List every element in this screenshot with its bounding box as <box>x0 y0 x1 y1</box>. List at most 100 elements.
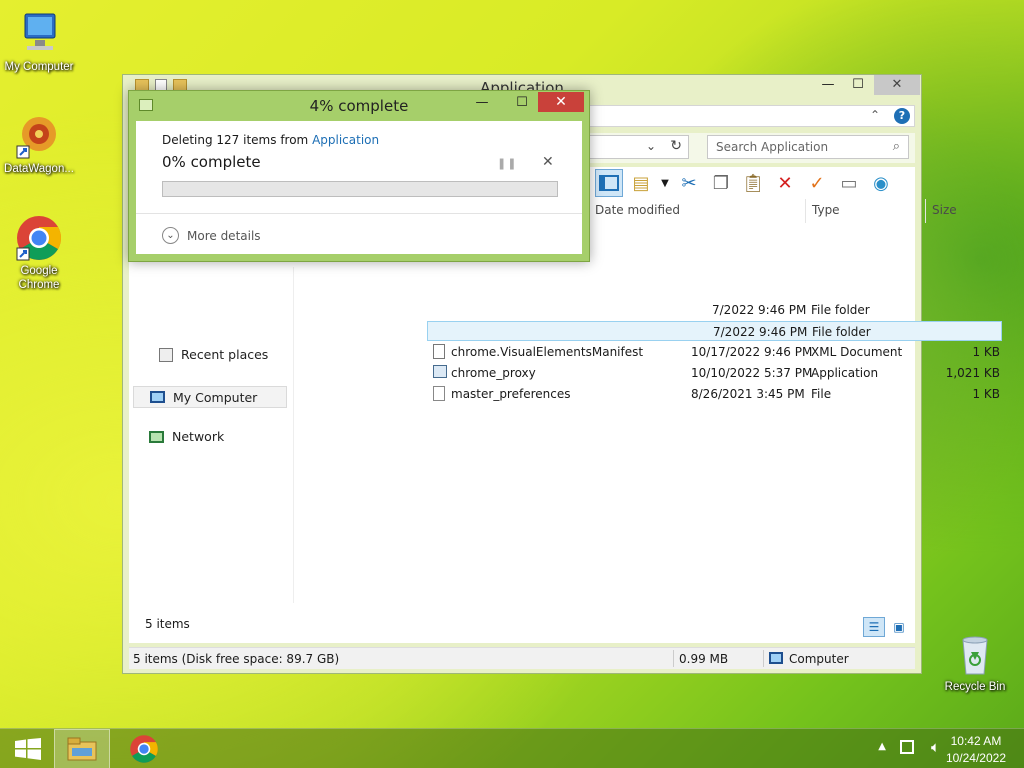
search-placeholder: Search Application <box>716 140 829 154</box>
file-icon <box>433 386 445 401</box>
volume-icon[interactable]: 🔈︎ <box>931 738 940 756</box>
rename-icon[interactable]: ▭ <box>835 169 863 197</box>
file-date: 8/26/2021 3:45 PM <box>691 387 805 401</box>
column-header-type[interactable]: Type <box>805 199 925 223</box>
file-type: XML Document <box>811 345 903 359</box>
more-details-toggle[interactable]: ⌄ More details <box>162 227 261 244</box>
status-location: Computer <box>789 652 849 666</box>
file-name: chrome_proxy <box>451 366 536 380</box>
search-input[interactable]: Search Application ⌕ <box>707 135 909 159</box>
file-row-selected[interactable]: 7/2022 9:46 PM File folder <box>427 321 1002 341</box>
datawagon-icon <box>15 112 63 160</box>
desktop-icon-my-computer[interactable]: My Computer <box>1 10 77 74</box>
file-type: Application <box>811 366 879 380</box>
percent-complete: 0% complete <box>162 153 261 171</box>
maximize-button[interactable]: ☐ <box>843 75 873 95</box>
start-button[interactable] <box>0 729 56 768</box>
nav-pane-divider <box>293 267 294 603</box>
preview-pane-icon[interactable] <box>595 169 623 197</box>
file-name: chrome.VisualElementsManifest <box>451 345 644 359</box>
xml-file-icon <box>433 344 445 359</box>
desktop-icon-label: My Computer <box>4 61 74 73</box>
file-date: 7/2022 9:46 PM <box>713 325 808 339</box>
delete-progress-dialog: 4% complete — ☐ ✕ Deleting 127 items fro… <box>128 90 590 262</box>
cut-icon[interactable]: ✂ <box>675 169 703 197</box>
file-size: 1,021 KB <box>945 366 1000 380</box>
dialog-minimize-button[interactable]: — <box>467 93 497 113</box>
file-explorer-icon <box>67 737 97 761</box>
file-date: 10/17/2022 9:46 PM <box>691 345 813 359</box>
computer-icon <box>15 10 63 58</box>
nav-item-recent-places[interactable]: Recent places <box>159 347 268 362</box>
show-hidden-icons[interactable]: ▲ <box>878 741 886 752</box>
application-file-icon <box>433 365 447 378</box>
status-bar: 5 items (Disk free space: 89.7 GB) 0.99 … <box>129 647 915 669</box>
help-icon[interactable]: ? <box>894 108 910 124</box>
file-row[interactable]: chrome_proxy 10/10/2022 5:37 PM Applicat… <box>427 363 1002 383</box>
progress-bar <box>162 181 558 197</box>
taskbar: ▲ 🔈︎ 10:42 AM 10/24/2022 <box>0 728 1024 768</box>
desktop-icon-label: Recycle Bin <box>944 681 1006 693</box>
close-button[interactable]: ✕ <box>874 75 920 95</box>
file-size: 1 KB <box>972 387 1000 401</box>
chevron-down-icon: ⌄ <box>162 227 179 244</box>
search-icon: ⌕ <box>892 139 900 154</box>
taskbar-file-explorer[interactable] <box>54 729 110 768</box>
desktop-icon-datawagon[interactable]: DataWagon... <box>1 112 77 176</box>
globe-icon[interactable]: ◉ <box>867 169 895 197</box>
toolbar: ▤ ▼ ✂ ❐ 📋︎ ✕ ✓ ▭ ◉ <box>595 167 895 199</box>
status-text: 5 items (Disk free space: 89.7 GB) <box>133 652 340 666</box>
dialog-close-button[interactable]: ✕ <box>538 92 584 112</box>
clock[interactable]: 10:42 AM 10/24/2022 <box>946 733 1006 767</box>
desktop-icon-google-chrome[interactable]: Google Chrome <box>1 214 77 292</box>
dialog-body: Deleting 127 items from Application 0% c… <box>136 121 582 254</box>
file-date: 7/2022 9:46 PM <box>712 303 807 317</box>
file-row[interactable]: 7/2022 9:46 PM File folder <box>427 300 1002 320</box>
chrome-icon <box>130 735 158 763</box>
pause-icon[interactable]: ❚❚ <box>497 157 517 170</box>
paste-icon[interactable]: 📋︎ <box>739 169 767 197</box>
clock-date: 10/24/2022 <box>945 751 1006 765</box>
chevron-down-icon[interactable]: ⌄ <box>646 139 656 153</box>
dialog-divider <box>136 213 582 214</box>
file-type: File <box>811 387 832 401</box>
status-size: 0.99 MB <box>679 652 729 666</box>
file-name: master_preferences <box>451 387 571 401</box>
nav-item-my-computer[interactable]: My Computer <box>133 386 287 408</box>
copy-icon[interactable]: ❐ <box>707 169 735 197</box>
dialog-maximize-button[interactable]: ☐ <box>507 93 537 113</box>
check-icon[interactable]: ✓ <box>803 169 831 197</box>
delete-icon[interactable]: ✕ <box>771 169 799 197</box>
refresh-icon[interactable]: ↻ <box>670 138 682 154</box>
desktop-icon-recycle-bin[interactable]: Recycle Bin <box>937 630 1013 694</box>
chrome-icon <box>15 214 63 262</box>
recent-places-icon <box>159 347 173 362</box>
minimize-button[interactable]: — <box>813 75 843 95</box>
details-view-icon[interactable]: ☰ <box>863 617 885 637</box>
dropdown-arrow-icon[interactable]: ▼ <box>659 169 671 197</box>
taskbar-google-chrome[interactable] <box>116 729 172 768</box>
clock-time: 10:42 AM <box>950 734 1002 748</box>
nav-item-network[interactable]: Network <box>149 429 224 444</box>
cancel-icon[interactable]: ✕ <box>542 154 554 170</box>
computer-icon <box>769 652 783 664</box>
network-icon <box>149 430 164 443</box>
status-divider <box>763 650 764 667</box>
column-header-date[interactable]: Date modified <box>589 199 804 223</box>
ribbon-expand-icon[interactable]: ⌃ <box>870 108 880 122</box>
windows-logo-icon <box>15 738 41 760</box>
file-row[interactable]: master_preferences 8/26/2021 3:45 PM Fil… <box>427 384 1002 404</box>
status-divider <box>673 650 674 667</box>
large-icons-view-icon[interactable]: ▣ <box>889 617 909 637</box>
deleting-description: Deleting 127 items from Application <box>162 133 380 147</box>
computer-icon <box>150 391 165 403</box>
desktop-icon-label: DataWagon... <box>4 163 74 175</box>
network-tray-icon[interactable] <box>900 740 914 754</box>
column-header-size[interactable]: Size <box>925 199 1005 223</box>
source-folder-link[interactable]: Application <box>312 133 379 147</box>
file-row[interactable]: chrome.VisualElementsManifest 10/17/2022… <box>427 342 1002 362</box>
item-count: 5 items <box>145 617 190 631</box>
recycle-bin-icon <box>951 630 999 678</box>
file-type: File folder <box>811 303 870 317</box>
folder-options-icon[interactable]: ▤ <box>627 169 655 197</box>
